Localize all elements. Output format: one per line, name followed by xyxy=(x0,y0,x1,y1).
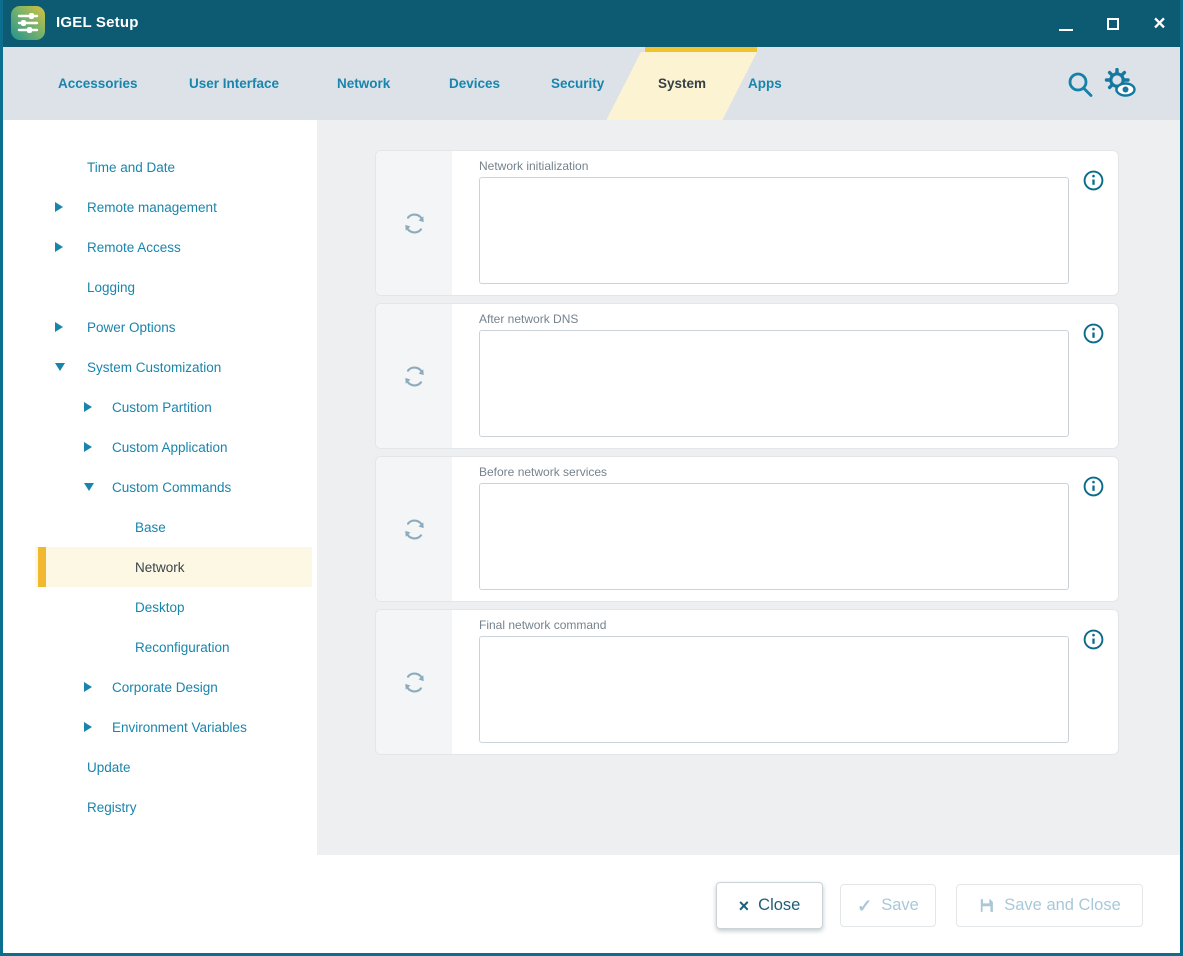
close-window-button[interactable]: × xyxy=(1144,8,1175,39)
info-icon[interactable] xyxy=(1082,475,1105,498)
field-label: After network DNS xyxy=(479,312,578,326)
info-icon[interactable] xyxy=(1082,169,1105,192)
sidebar-item-custom-commands[interactable]: Custom Commands xyxy=(35,467,312,507)
reset-refresh-icon[interactable] xyxy=(401,363,428,390)
close-x-icon: × xyxy=(739,897,750,915)
app-logo-icon xyxy=(11,6,45,40)
sidebar-item-network[interactable]: Network xyxy=(35,547,312,587)
sidebar-item-corporate-design[interactable]: Corporate Design xyxy=(35,667,312,707)
chevron-right-icon xyxy=(55,242,63,252)
navigation-tree: Time and Date Remote management Remote A… xyxy=(3,147,317,827)
sidebar-item-label: Base xyxy=(35,520,166,535)
minimize-button[interactable] xyxy=(1050,8,1081,39)
titlebar: IGEL Setup × xyxy=(0,0,1183,47)
sidebar-item-logging[interactable]: Logging xyxy=(35,267,312,307)
sidebar-item-label: Reconfiguration xyxy=(35,640,230,655)
save-and-close-button-label: Save and Close xyxy=(1004,896,1121,915)
sidebar: Time and Date Remote management Remote A… xyxy=(3,120,317,953)
sidebar-item-remote-management[interactable]: Remote management xyxy=(35,187,312,227)
chevron-right-icon xyxy=(84,402,92,412)
chevron-right-icon xyxy=(55,322,63,332)
close-button-label: Close xyxy=(758,896,800,915)
chevron-right-icon xyxy=(84,442,92,452)
sidebar-item-power-options[interactable]: Power Options xyxy=(35,307,312,347)
tab-security[interactable]: Security xyxy=(551,76,604,91)
sidebar-item-label: Network xyxy=(35,560,185,575)
sidebar-item-custom-application[interactable]: Custom Application xyxy=(35,427,312,467)
tab-user-interface[interactable]: User Interface xyxy=(189,76,279,91)
sidebar-item-time-and-date[interactable]: Time and Date xyxy=(35,147,312,187)
panel-side-strip xyxy=(376,457,452,601)
final-network-command-textarea[interactable] xyxy=(479,636,1069,743)
sidebar-item-desktop[interactable]: Desktop xyxy=(35,587,312,627)
panel-side-strip xyxy=(376,610,452,754)
sidebar-item-label: Custom Commands xyxy=(35,480,231,495)
chevron-right-icon xyxy=(55,202,63,212)
close-icon: × xyxy=(1153,13,1165,34)
sidebar-item-label: Update xyxy=(35,760,131,775)
sidebar-item-remote-access[interactable]: Remote Access xyxy=(35,227,312,267)
panel-network-initialization: Network initialization xyxy=(375,150,1119,296)
save-and-close-button[interactable]: Save and Close xyxy=(956,884,1143,927)
sidebar-item-reconfiguration[interactable]: Reconfiguration xyxy=(35,627,312,667)
before-network-services-textarea[interactable] xyxy=(479,483,1069,590)
setup-gear-eye-icon[interactable] xyxy=(1102,68,1138,100)
tab-bar: Accessories User Interface Network Devic… xyxy=(3,47,1180,120)
panel-side-strip xyxy=(376,304,452,448)
sidebar-item-label: Custom Partition xyxy=(35,400,212,415)
save-button-label: Save xyxy=(881,896,919,915)
checkmark-icon: ✓ xyxy=(857,897,872,915)
reset-refresh-icon[interactable] xyxy=(401,516,428,543)
after-network-dns-textarea[interactable] xyxy=(479,330,1069,437)
panel-final-network-command: Final network command xyxy=(375,609,1119,755)
tab-network[interactable]: Network xyxy=(337,76,390,91)
reset-refresh-icon[interactable] xyxy=(401,210,428,237)
panel-before-network-services: Before network services xyxy=(375,456,1119,602)
chevron-down-icon xyxy=(55,363,65,371)
sidebar-item-label: Desktop xyxy=(35,600,185,615)
tab-system[interactable]: System xyxy=(658,76,706,91)
search-icon[interactable] xyxy=(1065,70,1095,100)
panel-after-network-dns: After network DNS xyxy=(375,303,1119,449)
sidebar-item-custom-partition[interactable]: Custom Partition xyxy=(35,387,312,427)
chevron-right-icon xyxy=(84,722,92,732)
field-label: Final network command xyxy=(479,618,606,632)
chevron-down-icon xyxy=(84,483,94,491)
tab-apps[interactable]: Apps xyxy=(748,76,782,91)
maximize-button[interactable] xyxy=(1097,8,1128,39)
floppy-disk-icon xyxy=(978,897,995,914)
field-label: Before network services xyxy=(479,465,607,479)
sidebar-item-system-customization[interactable]: System Customization xyxy=(35,347,312,387)
window-title: IGEL Setup xyxy=(56,14,139,31)
tab-devices[interactable]: Devices xyxy=(449,76,500,91)
reset-refresh-icon[interactable] xyxy=(401,669,428,696)
sidebar-item-registry[interactable]: Registry xyxy=(35,787,312,827)
sidebar-item-label: Custom Application xyxy=(35,440,228,455)
sidebar-item-update[interactable]: Update xyxy=(35,747,312,787)
maximize-icon xyxy=(1107,18,1119,30)
sidebar-item-base[interactable]: Base xyxy=(35,507,312,547)
chevron-right-icon xyxy=(84,682,92,692)
field-label: Network initialization xyxy=(479,159,588,173)
minimize-icon xyxy=(1059,29,1073,31)
window-controls: × xyxy=(1050,0,1175,47)
network-initialization-textarea[interactable] xyxy=(479,177,1069,284)
sidebar-item-label: Logging xyxy=(35,280,135,295)
active-tab-top-bar xyxy=(645,47,757,52)
sidebar-item-label: Time and Date xyxy=(35,160,175,175)
sidebar-item-label: Environment Variables xyxy=(35,720,247,735)
sidebar-item-environment-variables[interactable]: Environment Variables xyxy=(35,707,312,747)
info-icon[interactable] xyxy=(1082,628,1105,651)
panel-side-strip xyxy=(376,151,452,295)
tab-accessories[interactable]: Accessories xyxy=(58,76,138,91)
info-icon[interactable] xyxy=(1082,322,1105,345)
save-button[interactable]: ✓ Save xyxy=(840,884,936,927)
sidebar-item-label: Registry xyxy=(35,800,137,815)
close-button[interactable]: × Close xyxy=(716,882,823,929)
sidebar-item-label: Corporate Design xyxy=(35,680,218,695)
